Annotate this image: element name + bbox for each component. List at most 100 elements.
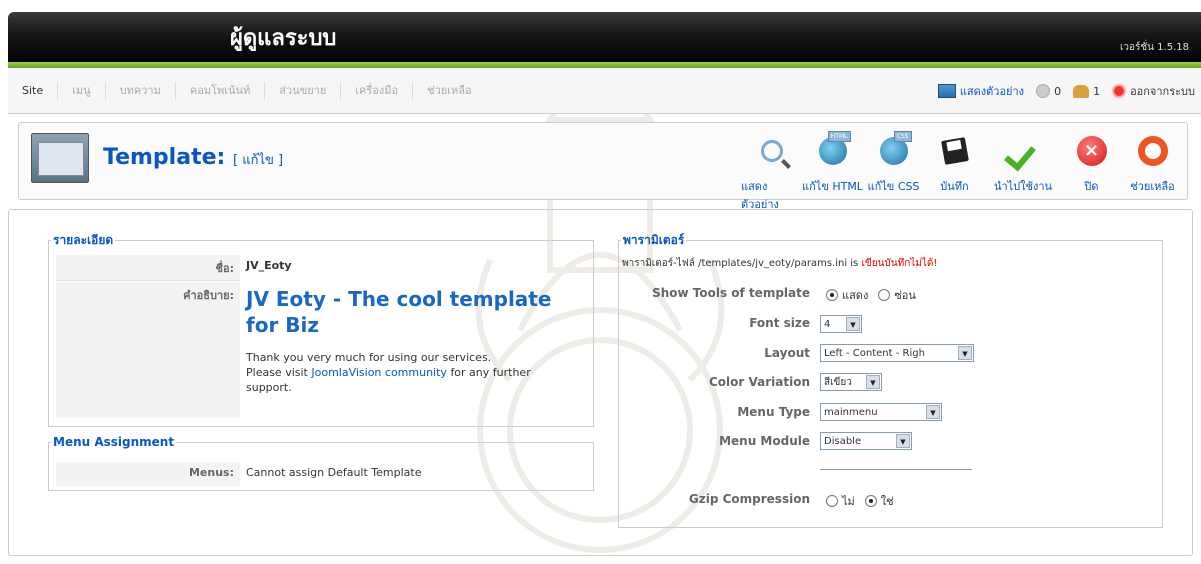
save-button-label: บันทึก	[940, 180, 969, 193]
close-button[interactable]: × ปิด	[1061, 129, 1122, 213]
menu-type-value: mainmenu	[824, 406, 878, 418]
users-count[interactable]: 1	[1073, 84, 1101, 98]
messages-count-label: 0	[1054, 84, 1062, 98]
help-button-label: ช่วยเหลือ	[1130, 180, 1175, 193]
preview-icon	[937, 84, 956, 98]
show-tools-label: Show Tools of template	[652, 286, 810, 300]
name-row: ชื่อ: JV_Eoty	[56, 255, 580, 281]
params-file-note: พารามิเตอร์-ไฟล์ /templates/jv_eoty/para…	[622, 256, 937, 271]
close-icon: ×	[1076, 136, 1107, 166]
params-note-error: เขียนบันทึกไม่ได้!	[861, 258, 938, 269]
description-label: คำอธิบาย:	[56, 282, 240, 418]
preview-link[interactable]: แสดงตัวอย่าง	[937, 82, 1025, 100]
show-tools-hide-radio[interactable]	[878, 289, 891, 301]
template-description-text: Thank you very much for using our servic…	[246, 350, 574, 395]
page-subtitle: [ แก้ไข ]	[232, 153, 284, 168]
save-button[interactable]: บันทึก	[924, 129, 985, 213]
gzip-no-radio[interactable]	[826, 495, 838, 507]
apply-button[interactable]: นำไปใช้งาน	[985, 129, 1061, 213]
edit-css-label: แก้ไข CSS	[867, 180, 920, 193]
css-tag: CSS	[893, 131, 912, 142]
description-value: JV Eoty - The cool template for Biz Than…	[240, 282, 580, 418]
help-button[interactable]: ช่วยเหลือ	[1122, 129, 1183, 213]
messages-icon	[1036, 84, 1051, 98]
admin-title: ผู้ดูแลระบบ	[230, 26, 337, 51]
menus-value: Cannot assign Default Template	[246, 466, 422, 479]
page-toolbar: Template: [ แก้ไข ] แสดงตัวอย่าง HTML แก…	[18, 122, 1188, 211]
logout-icon	[1112, 84, 1127, 98]
floppy-disk-icon	[940, 137, 969, 165]
logout-link[interactable]: ออกจากระบบ	[1112, 82, 1195, 100]
page-title-text: Template:	[103, 145, 226, 170]
menus-label: Menus:	[56, 462, 240, 486]
menu-assignment-legend: Menu Assignment	[53, 435, 175, 449]
font-size-value: 4	[824, 318, 831, 330]
menu-item-components[interactable]: คอมโพเน้นท์	[176, 82, 266, 100]
gzip-field: ไม่ ใช่	[826, 492, 894, 510]
show-tools-field: แสดง ซ่อน	[826, 286, 916, 304]
params-note-text: พารามิเตอร์-ไฟล์ /templates/jv_eoty/para…	[622, 258, 859, 269]
menus-row: Menus: Cannot assign Default Template	[56, 462, 580, 486]
parameters-legend: พารามิเตอร์	[623, 233, 685, 247]
preview-label: แสดงตัวอย่าง	[959, 85, 1025, 98]
menu-module-select[interactable]: Disable ▼	[820, 432, 912, 450]
users-count-label: 1	[1093, 84, 1101, 98]
desc-line-1: Thank you very much for using our servic…	[246, 351, 492, 364]
joomlavision-link[interactable]: JoomlaVision community	[311, 366, 447, 379]
checkmark-icon	[1007, 137, 1039, 165]
color-variation-value: สีเขียว	[824, 376, 852, 388]
preview-button[interactable]: แสดงตัวอย่าง	[741, 129, 802, 213]
name-value: JV_Eoty	[246, 259, 292, 272]
description-row: คำอธิบาย: JV Eoty - The cool template fo…	[56, 282, 580, 418]
preview-button-label: แสดงตัวอย่าง	[741, 180, 779, 211]
layout-label: Layout	[764, 346, 810, 360]
toolbar-buttons: แสดงตัวอย่าง HTML แก้ไข HTML CSS แก้ไข C…	[741, 129, 1183, 213]
layout-value: Left - Content - Righ	[824, 347, 925, 359]
template-manager-icon	[31, 133, 89, 183]
menu-status: แสดงตัวอย่าง 0 1 ออกจากระบบ	[937, 68, 1195, 114]
show-tools-hide-label: ซ่อน	[894, 289, 916, 302]
version-label: เวอร์ชั่น 1.5.18	[1119, 42, 1189, 53]
chevron-down-icon: ▼	[866, 375, 880, 389]
menu-left: Site เมนู บทความ คอมโพเน้นท์ ส่วนขยาย เค…	[8, 68, 486, 114]
show-tools-show-radio[interactable]	[826, 289, 838, 301]
edit-html-button[interactable]: HTML แก้ไข HTML	[802, 129, 863, 213]
menu-item-content[interactable]: บทความ	[106, 82, 176, 100]
gzip-label: Gzip Compression	[688, 492, 810, 506]
font-size-select[interactable]: 4 ▼	[820, 315, 862, 333]
header-bar	[8, 12, 1201, 62]
gzip-yes-radio[interactable]	[864, 495, 877, 507]
color-variation-select[interactable]: สีเขียว ▼	[820, 373, 882, 391]
close-button-label: ปิด	[1084, 180, 1099, 193]
magnifier-icon	[760, 140, 783, 162]
edit-css-icon: CSS	[879, 131, 912, 165]
menu-type-label: Menu Type	[737, 405, 810, 419]
menu-type-select[interactable]: mainmenu ▼	[820, 403, 942, 421]
lifebuoy-icon	[1137, 136, 1168, 166]
html-tag: HTML	[827, 131, 851, 142]
chevron-down-icon: ▼	[846, 317, 860, 331]
logout-label: ออกจากระบบ	[1130, 85, 1195, 98]
apply-button-label: นำไปใช้งาน	[993, 180, 1053, 193]
edit-html-icon: HTML	[818, 131, 851, 165]
color-variation-label: Color Variation	[709, 375, 810, 389]
users-icon	[1073, 84, 1090, 98]
layout-select[interactable]: Left - Content - Righ ▼	[820, 344, 974, 362]
gzip-no-label: ไม่	[842, 495, 855, 508]
edit-html-label: แก้ไข HTML	[802, 180, 863, 193]
admin-header: ผู้ดูแลระบบ เวอร์ชั่น 1.5.18	[0, 0, 1201, 68]
messages-count[interactable]: 0	[1036, 84, 1061, 98]
menu-item-menus[interactable]: เมนู	[58, 82, 106, 100]
params-divider	[820, 469, 972, 470]
menu-item-tools[interactable]: เครื่องมือ	[341, 82, 414, 100]
menu-module-value: Disable	[824, 435, 862, 447]
menu-item-extensions[interactable]: ส่วนขยาย	[265, 82, 342, 100]
chevron-down-icon: ▼	[926, 405, 940, 419]
menu-item-help[interactable]: ช่วยเหลือ	[413, 82, 485, 100]
details-legend: รายละเอียด	[53, 233, 114, 247]
name-label: ชื่อ:	[56, 255, 240, 281]
edit-css-button[interactable]: CSS แก้ไข CSS	[863, 129, 924, 213]
menu-module-label: Menu Module	[719, 434, 810, 448]
font-size-label: Font size	[749, 316, 810, 330]
menu-item-site[interactable]: Site	[8, 82, 59, 100]
